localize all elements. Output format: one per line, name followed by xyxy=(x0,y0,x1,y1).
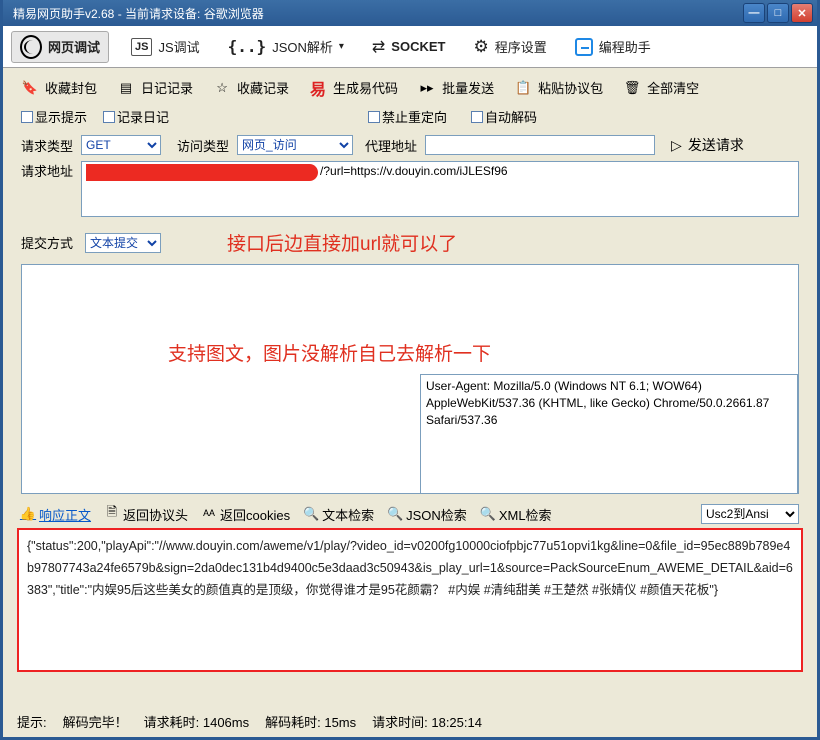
opt-no-redirect[interactable]: 禁止重定向 xyxy=(368,107,447,126)
response-body-panel[interactable]: {"status":200,"playApi":"//www.douyin.co… xyxy=(17,528,803,672)
opt-log-diary[interactable]: 记录日记 xyxy=(103,107,169,126)
submit-mode-select[interactable]: 文本提交 xyxy=(85,233,161,253)
dropdown-icon: ▾ xyxy=(339,41,344,52)
globe-icon xyxy=(20,36,42,58)
redacted-block xyxy=(86,164,318,181)
thumb-icon: 👍 xyxy=(21,507,35,521)
nav-js-debug[interactable]: JS JS调试 xyxy=(125,33,206,60)
trash-icon: 🗑 xyxy=(623,79,641,97)
status-clock: 请求时间: 18:25:14 xyxy=(372,712,482,731)
paste-icon: 📋 xyxy=(514,79,532,97)
nav-settings[interactable]: ⚙ 程序设置 xyxy=(467,33,552,61)
braces-icon: {..} xyxy=(228,37,267,56)
nav-web-debug[interactable]: 网页调试 xyxy=(11,31,109,63)
search-icon: 🔍 xyxy=(388,507,402,521)
assist-icon xyxy=(575,38,593,56)
status-req-time: 请求耗时: 1406ms xyxy=(144,712,249,731)
checkbox-icon xyxy=(103,111,115,123)
status-hint: 提示: xyxy=(17,712,47,731)
url-input[interactable]: /?url=https://v.douyin.com/iJLESf96 xyxy=(81,161,799,217)
send-label: 发送请求 xyxy=(688,135,744,155)
submit-row: 提交方式 文本提交 接口后边直接加url就可以了 xyxy=(3,217,817,260)
tb-label: 日记记录 xyxy=(141,78,193,97)
nav-label: SOCKET xyxy=(391,39,445,54)
js-icon: JS xyxy=(131,38,152,56)
gear-icon: ⚙ xyxy=(473,37,488,57)
url-text: /?url=https://v.douyin.com/iJLESf96 xyxy=(318,164,508,214)
yi-icon: 易 xyxy=(309,79,327,97)
status-dec-time: 解码耗时: 15ms xyxy=(265,712,356,731)
checkbox-icon xyxy=(471,111,483,123)
proxy-input[interactable] xyxy=(425,135,655,155)
tab-xml-search[interactable]: 🔍XML检索 xyxy=(481,505,552,524)
main-nav: 网页调试 JS JS调试 {..} JSON解析 ▾ ⇄ SOCKET ⚙ 程序… xyxy=(3,26,817,68)
tb-favorite[interactable]: 🔖 收藏封包 xyxy=(21,78,97,97)
titlebar: 精易网页助手v2.68 - 当前请求设备: 谷歌浏览器 — □ ✕ xyxy=(3,0,817,26)
tab-response-body[interactable]: 👍响应正文 xyxy=(21,505,91,524)
nav-label: 程序设置 xyxy=(495,37,547,56)
nav-label: 网页调试 xyxy=(48,37,100,56)
batch-icon: ▸▸ xyxy=(418,79,436,97)
statusbar: 提示: 解码完毕！ 请求耗时: 1406ms 解码耗时: 15ms 请求时间: … xyxy=(7,710,813,733)
socket-icon: ⇄ xyxy=(372,37,385,57)
tb-paste[interactable]: 📋 粘贴协议包 xyxy=(514,78,603,97)
star-icon: ☆ xyxy=(213,79,231,97)
proxy-label: 代理地址 xyxy=(365,136,417,155)
opt-show-hint[interactable]: 显示提示 xyxy=(21,107,87,126)
tab-response-cookies[interactable]: ᴬᴬ返回cookies xyxy=(202,505,290,524)
tb-label: 收藏封包 xyxy=(45,78,97,97)
maximize-button[interactable]: □ xyxy=(767,3,789,23)
options-row: 显示提示 记录日记 禁止重定向 自动解码 xyxy=(3,105,817,132)
secondary-toolbar: 🔖 收藏封包 ▤ 日记记录 ☆ 收藏记录 易生成易代码 ▸▸ 批量发送 📋 粘贴协议包 🗑… xyxy=(3,68,817,105)
submit-mode-label: 提交方式 xyxy=(21,233,73,252)
nav-json-parse[interactable]: {..} JSON解析 ▾ xyxy=(222,33,350,60)
minimize-button[interactable]: — xyxy=(743,3,765,23)
tb-label: 生成易代码 xyxy=(333,78,398,97)
status-decode: 解码完毕！ xyxy=(63,712,128,731)
nav-label: 编程助手 xyxy=(599,37,651,56)
url-row: 请求地址 /?url=https://v.douyin.com/iJLESf96 xyxy=(3,158,817,217)
req-url-label: 请求地址 xyxy=(21,161,73,180)
request-config-row: 请求类型 GET 访问类型 网页_访问 代理地址 ▷ 发送请求 xyxy=(3,132,817,158)
doc-icon: 🗎 xyxy=(105,507,119,521)
tb-label: 收藏记录 xyxy=(237,78,289,97)
nav-label: JS调试 xyxy=(158,37,199,56)
tb-label: 批量发送 xyxy=(442,78,494,97)
tb-generate[interactable]: 易生成易代码 xyxy=(309,78,398,97)
tab-response-headers[interactable]: 🗎返回协议头 xyxy=(105,505,188,524)
checkbox-icon xyxy=(21,111,33,123)
tb-label: 粘贴协议包 xyxy=(538,78,603,97)
encoding-select[interactable]: Usc2到Ansi xyxy=(701,504,799,524)
opt-auto-decode[interactable]: 自动解码 xyxy=(471,107,537,126)
list-icon: ▤ xyxy=(117,79,135,97)
nav-assist[interactable]: 编程助手 xyxy=(569,33,657,60)
tb-favrec[interactable]: ☆ 收藏记录 xyxy=(213,78,289,97)
tab-json-search[interactable]: 🔍JSON检索 xyxy=(388,505,467,524)
nav-label: JSON解析 xyxy=(272,37,333,56)
tb-batch[interactable]: ▸▸ 批量发送 xyxy=(418,78,494,97)
tab-text-search[interactable]: 🔍文本检索 xyxy=(304,505,374,524)
play-icon: ▷ xyxy=(671,137,682,154)
close-button[interactable]: ✕ xyxy=(791,3,813,23)
access-type-label: 访问类型 xyxy=(177,136,229,155)
body-panel[interactable]: 支持图文，图片没解析自己去解析一下 User-Agent: Mozilla/5.… xyxy=(21,264,799,494)
annotation-1: 接口后边直接加url就可以了 xyxy=(227,229,457,256)
user-agent-box[interactable]: User-Agent: Mozilla/5.0 (Windows NT 6.1;… xyxy=(420,374,798,494)
search-icon: 🔍 xyxy=(304,507,318,521)
annotation-2: 支持图文，图片没解析自己去解析一下 xyxy=(168,339,491,366)
req-type-select[interactable]: GET xyxy=(81,135,161,155)
search-icon: 🔍 xyxy=(481,507,495,521)
send-request-button[interactable]: ▷ 发送请求 xyxy=(671,135,744,155)
req-type-label: 请求类型 xyxy=(21,136,73,155)
titlebar-text: 精易网页助手v2.68 - 当前请求设备: 谷歌浏览器 xyxy=(7,5,741,22)
access-type-select[interactable]: 网页_访问 xyxy=(237,135,353,155)
checkbox-icon xyxy=(368,111,380,123)
response-tabs: 👍响应正文 🗎返回协议头 ᴬᴬ返回cookies 🔍文本检索 🔍JSON检索 🔍… xyxy=(3,494,817,526)
nav-socket[interactable]: ⇄ SOCKET xyxy=(366,33,452,61)
bookmark-icon: 🔖 xyxy=(21,79,39,97)
tb-clear[interactable]: 🗑 全部清空 xyxy=(623,78,699,97)
tb-diary[interactable]: ▤ 日记记录 xyxy=(117,78,193,97)
tb-label: 全部清空 xyxy=(647,78,699,97)
key-icon: ᴬᴬ xyxy=(202,507,216,521)
